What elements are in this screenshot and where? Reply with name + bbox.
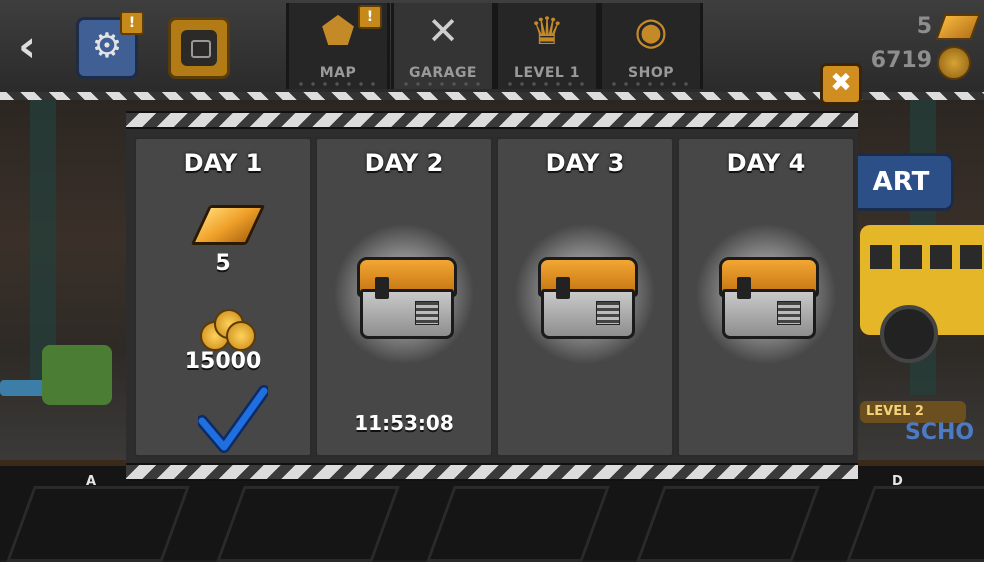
map-alert-badge: ! [358, 5, 382, 29]
coin-icon [937, 46, 971, 80]
wrench-screwdriver-icon: ✕ [427, 9, 459, 53]
dots-divider [504, 82, 590, 86]
checkmark-icon [198, 385, 268, 453]
coin-stack-icon: ◉ [634, 9, 668, 53]
countdown-timer: 11:53:08 [354, 411, 454, 435]
day-card-3[interactable]: DAY 3 [496, 137, 674, 457]
tab-label: GARAGE [409, 65, 477, 81]
dots-divider [295, 82, 381, 86]
day-card-2[interactable]: DAY 2 11:53:08 [315, 137, 493, 457]
control-hint-right: D [892, 474, 903, 489]
tab-shop[interactable]: ◉ SHOP [599, 3, 703, 89]
day-title: DAY 3 [545, 149, 625, 177]
girder [846, 486, 984, 562]
reward-chest-icon [719, 257, 819, 339]
reward-chest-icon [538, 257, 638, 339]
coin-stack-icon [200, 303, 256, 351]
dots-divider [400, 82, 486, 86]
daily-reward-dialog: DAY 1 5 15000 DAY 2 11:53:08 DAY 3 DAY 4 [126, 111, 858, 481]
day-card-1[interactable]: DAY 1 5 15000 [134, 137, 312, 457]
close-button[interactable]: ✖ [820, 63, 862, 105]
day-title: DAY 4 [726, 149, 806, 177]
girder [216, 486, 400, 562]
gold-reward-amount: 5 [215, 251, 231, 276]
coin-count: 6719 [870, 48, 932, 73]
day-card-4[interactable]: DAY 4 [677, 137, 855, 457]
start-button: ART [848, 153, 954, 211]
bus-wheel [880, 305, 938, 363]
day-title: DAY 1 [183, 149, 263, 177]
hazard-stripe [126, 463, 858, 481]
control-hint-left: A [86, 474, 97, 489]
bus-window [900, 245, 922, 269]
gold-bar-icon [935, 14, 981, 40]
reward-chest-icon [357, 257, 457, 339]
bus-window [930, 245, 952, 269]
tab-label: SHOP [628, 65, 674, 81]
chest-icon [181, 30, 217, 66]
fuel-can-decoration [42, 345, 112, 405]
bus-window [960, 245, 982, 269]
girder [636, 486, 820, 562]
tab-label: LEVEL 1 [514, 65, 580, 81]
gold-count: 5 [916, 14, 932, 39]
trophy-icon: ♛ [529, 9, 565, 53]
girder [6, 486, 190, 562]
inventory-chest-button[interactable] [168, 17, 230, 79]
girder [426, 486, 610, 562]
school-sign: SCHO [905, 420, 975, 445]
day-title: DAY 2 [364, 149, 444, 177]
bus-window [870, 245, 892, 269]
dots-divider [608, 82, 694, 86]
hazard-stripe [126, 111, 858, 129]
tab-label: MAP [319, 65, 357, 81]
back-arrow-icon[interactable]: ‹ [18, 22, 58, 72]
tab-level[interactable]: ♛ LEVEL 1 [495, 3, 599, 89]
tab-garage[interactable]: ✕ GARAGE [391, 3, 495, 89]
gold-bar-icon [190, 205, 266, 245]
settings-alert-badge: ! [120, 11, 144, 35]
coin-reward-amount: 15000 [184, 349, 262, 374]
